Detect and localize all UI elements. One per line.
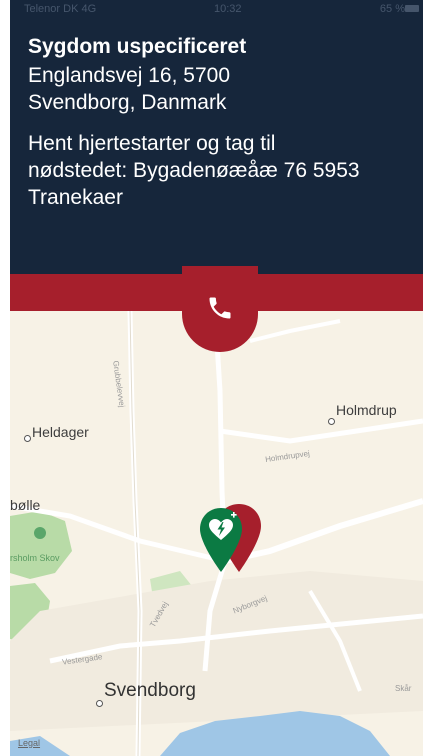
town-dot [96, 700, 103, 707]
incident-instruction: Hent hjertestarter og tag til nødstedet:… [28, 130, 418, 211]
screen: Telenor DK 4G 10:32 65 % Sygdom uspecifi… [0, 0, 423, 756]
park-icon [34, 527, 46, 539]
battery-icon [405, 5, 419, 12]
incident-address: Englandsvej 16, 5700 Svendborg, Danmark [28, 62, 408, 116]
left-edge [0, 0, 10, 756]
road [249, 319, 341, 343]
park-area [10, 511, 72, 579]
phone-icon [209, 297, 231, 319]
aed-heart-icon[interactable] [198, 506, 244, 574]
status-bar: Telenor DK 4G 10:32 65 % [24, 3, 419, 17]
instruction-line-3: Tranekaer [28, 186, 123, 209]
legal-link[interactable]: Legal [18, 738, 40, 748]
instruction-line-2: nødstedet: Bygadenøæåæ 76 5953 [28, 159, 360, 182]
place-label-holmdrup: Holmdrup [336, 402, 397, 418]
road [219, 418, 423, 444]
place-label-bolle: bølle [10, 497, 41, 513]
incident-info-panel: Telenor DK 4G 10:32 65 % Sygdom uspecifi… [10, 0, 423, 274]
place-label-skarup: Skår [395, 684, 412, 693]
town-dot [24, 435, 31, 442]
call-button[interactable] [182, 266, 258, 352]
address-line-1: Englandsvej 16, 5700 [28, 64, 230, 87]
town-dot [328, 418, 335, 425]
battery-label: 65 % [379, 3, 405, 15]
clock-label: 10:32 [214, 3, 242, 15]
park-label: rsholm Skov [10, 553, 60, 563]
incident-title: Sygdom uspecificeret [28, 35, 247, 58]
carrier-label: Telenor DK 4G [24, 3, 97, 15]
place-label-svendborg: Svendborg [104, 680, 196, 701]
place-label-heldager: Heldager [32, 424, 89, 440]
address-line-2: Svendborg, Danmark [28, 91, 227, 114]
instruction-line-1: Hent hjertestarter og tag til [28, 132, 276, 155]
